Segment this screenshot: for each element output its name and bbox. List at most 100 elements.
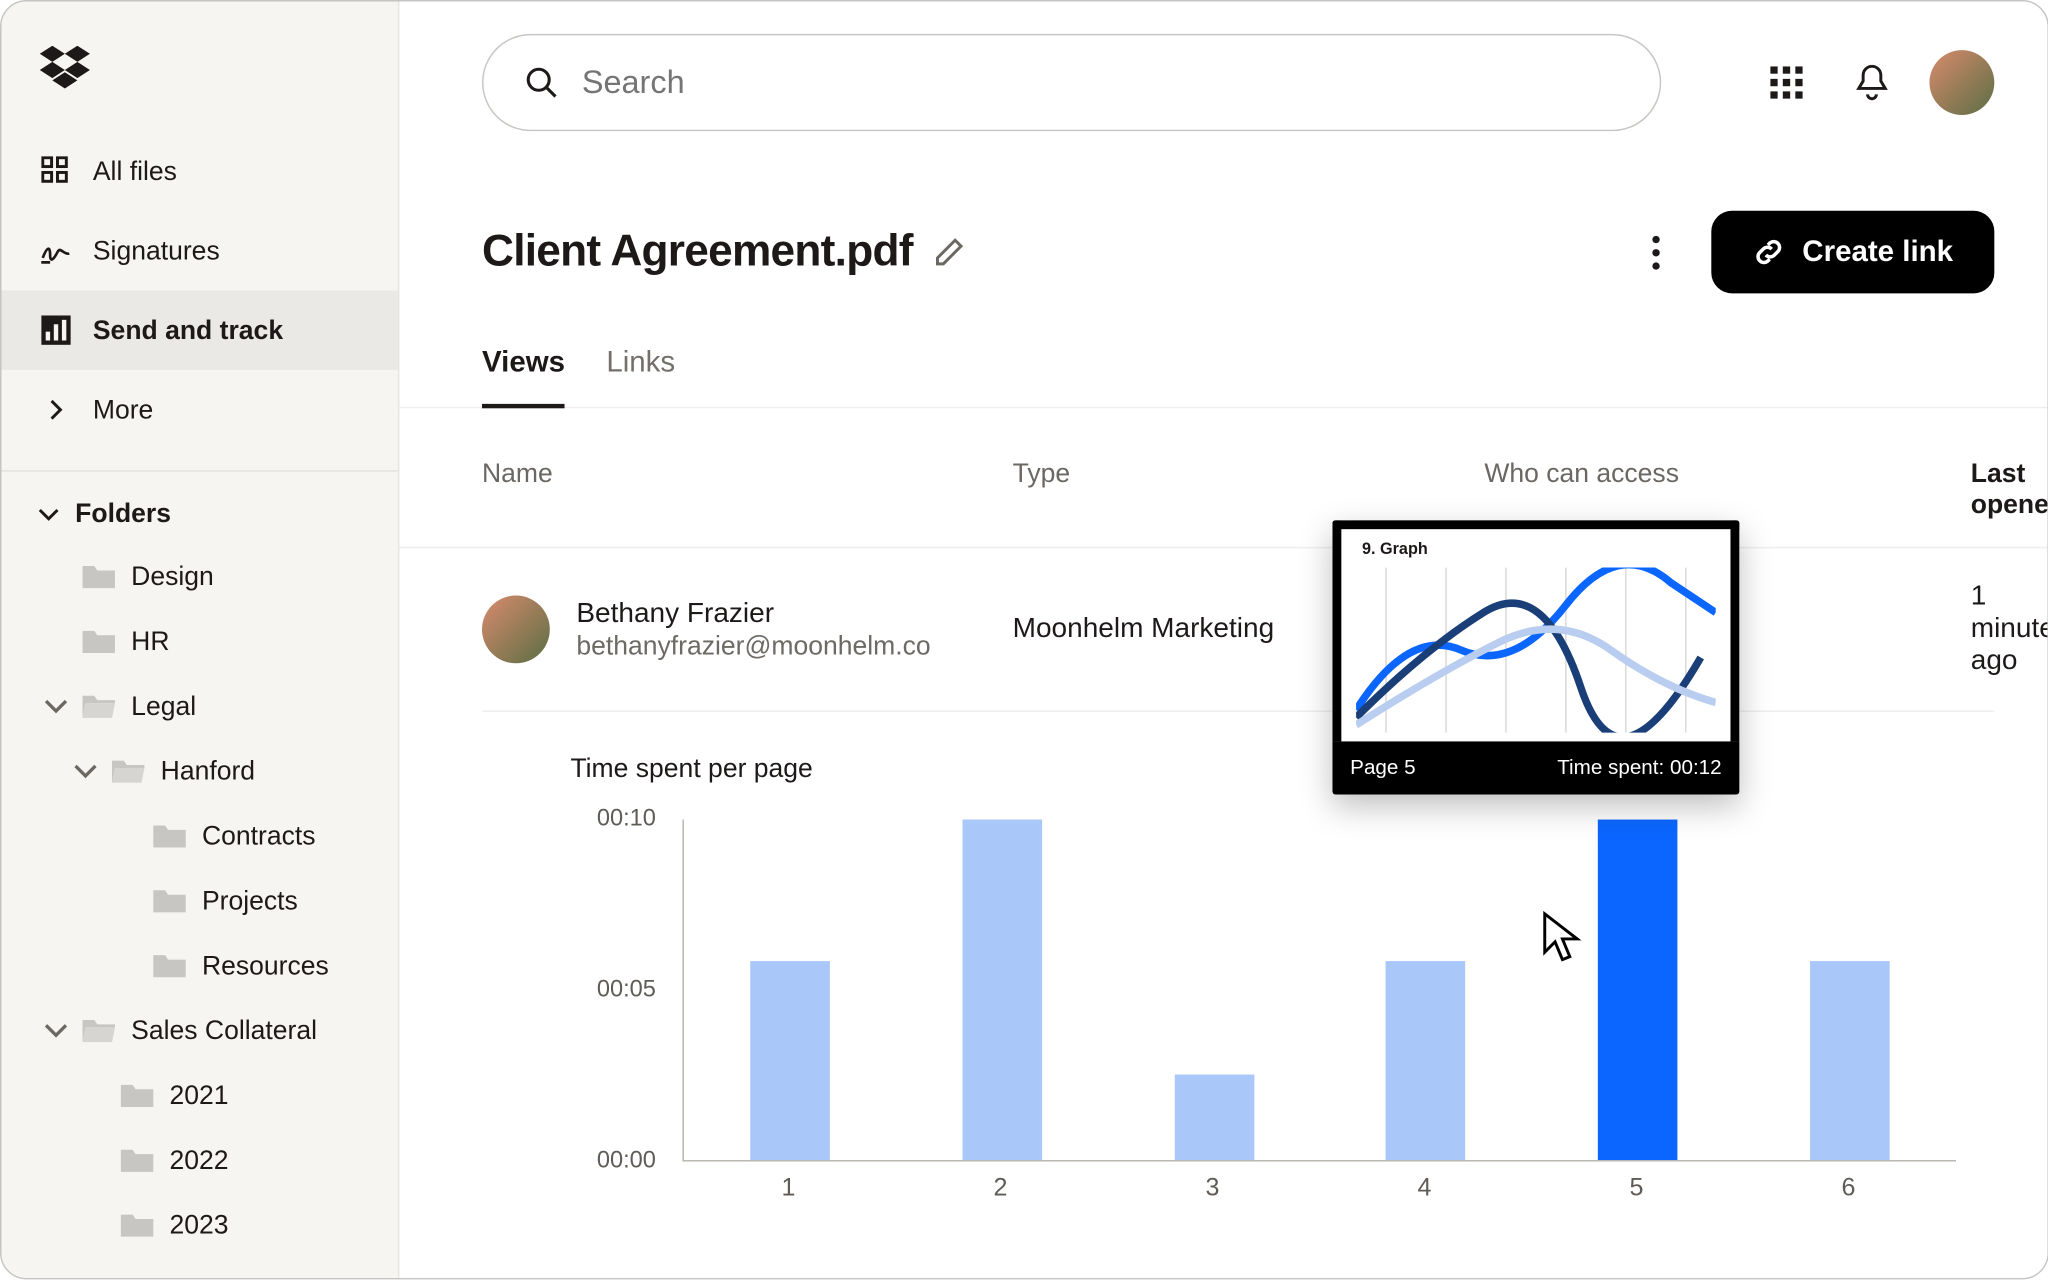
folder-icon bbox=[81, 562, 116, 591]
viewer-email: bethanyfrazier@moonhelm.co bbox=[576, 630, 930, 661]
folder-hr[interactable]: HR bbox=[1, 609, 398, 674]
folder-icon bbox=[152, 886, 187, 915]
folder-icon bbox=[152, 821, 187, 850]
link-icon bbox=[1752, 236, 1784, 268]
cursor-icon bbox=[1542, 911, 1583, 964]
folder-projects[interactable]: Projects bbox=[1, 868, 398, 933]
preview-chart-icon bbox=[1356, 567, 1716, 732]
viewer-person: Bethany Frazier bethanyfrazier@moonhelm.… bbox=[482, 595, 1013, 663]
time-chart: 00:10 00:05 00:00 123456 bbox=[570, 820, 1956, 1203]
folder-open-icon bbox=[111, 756, 146, 785]
folder-icon bbox=[152, 951, 187, 980]
document-title: Client Agreement.pdf bbox=[482, 227, 913, 277]
folder-open-icon bbox=[81, 1016, 116, 1045]
chevron-down-icon bbox=[72, 758, 99, 785]
folder-icon bbox=[119, 1210, 154, 1239]
x-tick: 5 bbox=[1630, 1173, 1644, 1202]
preview-heading: 9. Graph bbox=[1362, 541, 1428, 559]
signature-icon bbox=[40, 234, 72, 266]
sidebar: All files Signatures Send and track More… bbox=[1, 1, 399, 1277]
page-preview-tooltip: 9. Graph Page 5 Time spent: 00:12 bbox=[1332, 520, 1739, 794]
folder-legal[interactable]: Legal bbox=[1, 674, 398, 739]
col-who: Who can access bbox=[1484, 458, 1970, 520]
app-logo[interactable] bbox=[1, 1, 398, 125]
app-grid-button[interactable] bbox=[1758, 55, 1814, 111]
y-tick: 00:05 bbox=[597, 977, 656, 1004]
create-link-label: Create link bbox=[1802, 235, 1953, 269]
chart-bar[interactable] bbox=[1598, 820, 1678, 1160]
nav-label: Signatures bbox=[93, 235, 220, 266]
folder-open-icon bbox=[81, 691, 116, 720]
folder-label: 2021 bbox=[170, 1080, 229, 1111]
nav-signatures[interactable]: Signatures bbox=[1, 211, 398, 291]
folder-label: Resources bbox=[202, 950, 329, 981]
folder-icon bbox=[119, 1080, 154, 1109]
col-name: Name bbox=[482, 458, 1013, 520]
folder-2023[interactable]: 2023 bbox=[1, 1192, 398, 1257]
col-last-opened[interactable]: Last opened bbox=[1971, 458, 2048, 520]
analytics-icon bbox=[40, 314, 72, 346]
create-link-button[interactable]: Create link bbox=[1711, 211, 1994, 294]
chevron-down-icon bbox=[43, 693, 70, 720]
chevron-down-icon bbox=[43, 1017, 70, 1044]
folder-label: 2022 bbox=[170, 1145, 229, 1176]
folder-contracts[interactable]: Contracts bbox=[1, 803, 398, 868]
folder-sales-collateral[interactable]: Sales Collateral bbox=[1, 998, 398, 1063]
y-tick: 00:00 bbox=[597, 1148, 656, 1175]
bell-icon bbox=[1854, 63, 1889, 101]
nav-label: More bbox=[93, 394, 153, 425]
nav-send-and-track[interactable]: Send and track bbox=[1, 290, 398, 370]
more-actions-button[interactable] bbox=[1631, 235, 1681, 269]
folder-label: Design bbox=[131, 561, 214, 592]
folder-2022[interactable]: 2022 bbox=[1, 1128, 398, 1193]
edit-icon[interactable] bbox=[933, 236, 965, 268]
tab-links[interactable]: Links bbox=[606, 346, 675, 408]
folder-label: Sales Collateral bbox=[131, 1015, 317, 1046]
chart-bar[interactable] bbox=[1386, 961, 1466, 1160]
account-avatar[interactable] bbox=[1929, 50, 1994, 115]
chart-bar[interactable] bbox=[750, 961, 830, 1160]
tabs: Views Links bbox=[399, 293, 2047, 408]
folder-hanford[interactable]: Hanford bbox=[1, 738, 398, 803]
folder-label: Hanford bbox=[161, 755, 255, 786]
folder-icon bbox=[81, 626, 116, 655]
search-icon bbox=[525, 65, 559, 100]
nav-more[interactable]: More bbox=[1, 370, 398, 450]
nav-label: Send and track bbox=[93, 315, 283, 346]
y-tick: 00:10 bbox=[597, 806, 656, 833]
viewer-row[interactable]: Bethany Frazier bethanyfrazier@moonhelm.… bbox=[399, 547, 2047, 711]
column-headers: Name Type Who can access Last opened bbox=[399, 407, 2047, 547]
folder-resources[interactable]: Resources bbox=[1, 933, 398, 998]
time-chart-section: Time spent per page 00:10 00:05 00:00 12… bbox=[399, 712, 2047, 1203]
tab-views[interactable]: Views bbox=[482, 346, 565, 408]
folder-tree: Design HR Legal Hanford Contracts Projec… bbox=[1, 544, 398, 1257]
chevron-right-icon bbox=[40, 394, 72, 426]
folders-header[interactable]: Folders bbox=[1, 498, 398, 544]
chart-bar[interactable] bbox=[1174, 1075, 1254, 1160]
grid-icon bbox=[40, 155, 72, 187]
x-tick: 1 bbox=[781, 1173, 795, 1202]
viewer-name: Bethany Frazier bbox=[576, 598, 930, 630]
col-type: Type bbox=[1013, 458, 1485, 520]
search-input[interactable] bbox=[582, 63, 1619, 101]
folder-design[interactable]: Design bbox=[1, 544, 398, 609]
tooltip-time: Time spent: 00:12 bbox=[1557, 755, 1721, 779]
chart-bar[interactable] bbox=[1810, 961, 1890, 1160]
search-box[interactable] bbox=[482, 34, 1661, 131]
primary-nav: All files Signatures Send and track More bbox=[1, 125, 398, 449]
folder-icon bbox=[119, 1145, 154, 1174]
folder-label: 2023 bbox=[170, 1209, 229, 1240]
folder-2021[interactable]: 2021 bbox=[1, 1063, 398, 1128]
tooltip-page: Page 5 bbox=[1350, 755, 1415, 779]
x-tick: 4 bbox=[1418, 1173, 1432, 1202]
chart-bar[interactable] bbox=[962, 820, 1042, 1160]
notifications-button[interactable] bbox=[1844, 55, 1900, 111]
viewer-last-opened: 1 minute ago bbox=[1971, 581, 2048, 678]
sidebar-divider bbox=[1, 470, 398, 471]
grid-dots-icon bbox=[1770, 66, 1802, 98]
x-tick: 2 bbox=[993, 1173, 1007, 1202]
viewer-avatar bbox=[482, 595, 550, 663]
folder-label: Projects bbox=[202, 885, 298, 916]
folder-label: Legal bbox=[131, 691, 196, 722]
nav-all-files[interactable]: All files bbox=[1, 131, 398, 211]
